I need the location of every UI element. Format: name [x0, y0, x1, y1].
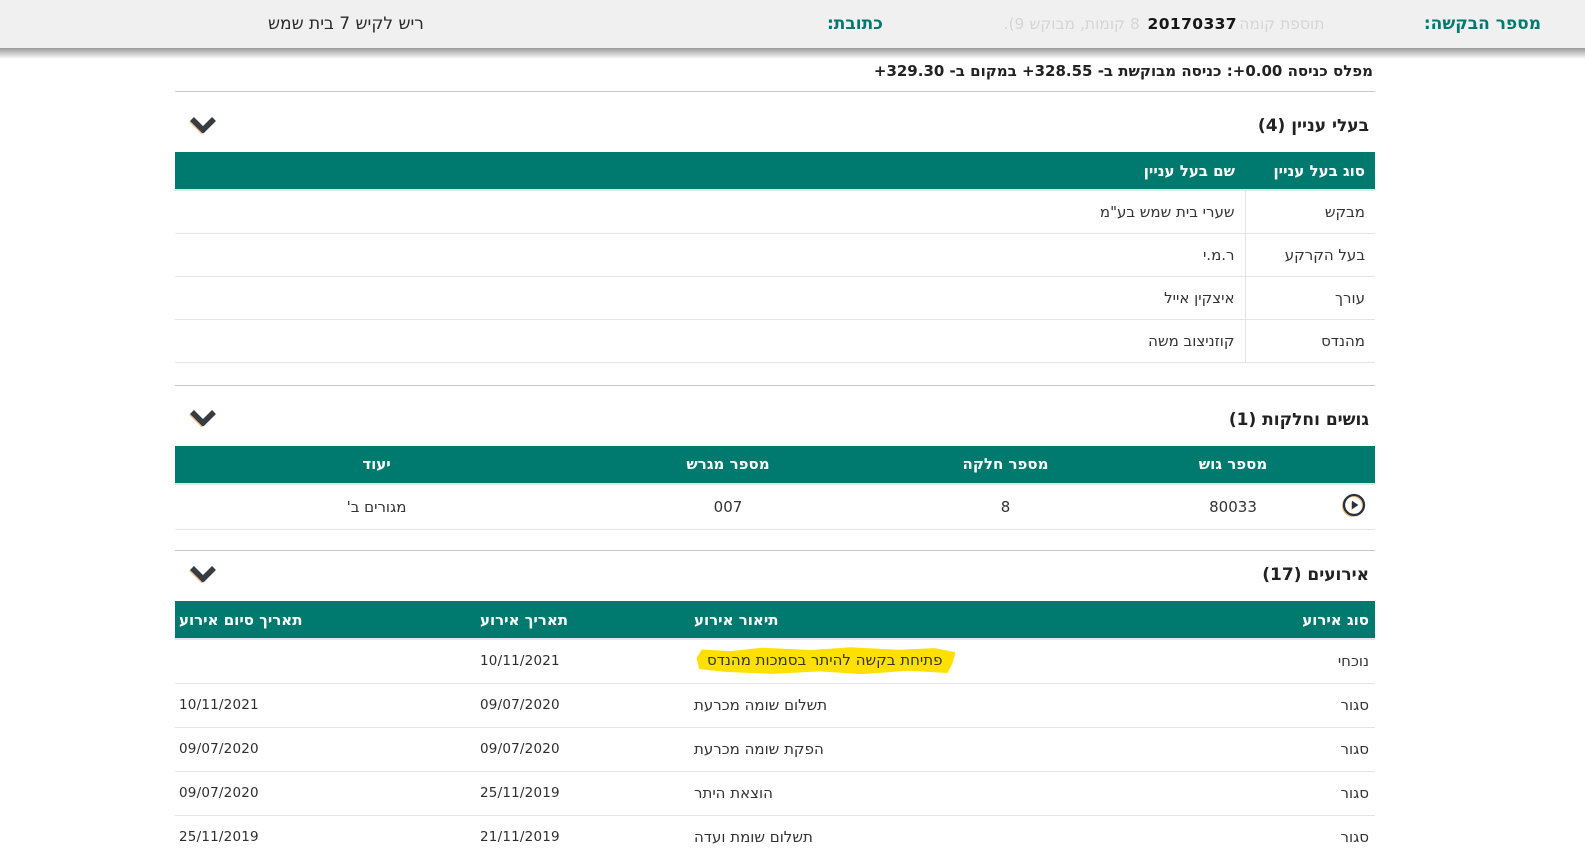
stakeholder-name: קוזניצוב משה — [175, 319, 1245, 363]
event-type: סגור — [1225, 683, 1375, 728]
lot-number: 007 — [578, 483, 878, 530]
event-date: 25/11/2019 — [455, 771, 680, 816]
chevron-down-icon — [190, 565, 216, 585]
event-type-header: סוג אירוע — [1225, 601, 1375, 640]
parcel-number: 8 — [878, 483, 1133, 530]
table-row: בעל הקרקע ר.מ.י — [175, 233, 1375, 277]
play-circle-icon — [1342, 493, 1366, 520]
blocks-table: מספר גוש מספר חלקה מספר מגרש יעוד 80033 … — [175, 445, 1375, 530]
table-row: מהנדס קוזניצוב משה — [175, 319, 1375, 363]
event-desc: תשלום שומה מכרעת — [680, 683, 1225, 728]
event-type: סגור — [1225, 815, 1375, 858]
section-blocks-parcels: גושים וחלקות (1) מספר גוש מספר חלקה מספר… — [175, 386, 1375, 530]
event-date: 09/07/2020 — [455, 683, 680, 728]
table-row: 80033 8 007 מגורים ב' — [175, 483, 1375, 530]
stakeholder-type: עורך — [1244, 276, 1375, 320]
table-row: סגור תשלום שומה מכרעת 09/07/2020 10/11/2… — [175, 683, 1375, 728]
section-events: אירועים (17) סוג אירוע תיאור אירוע תאריך… — [175, 551, 1375, 858]
events-table: סוג אירוע תיאור אירוע תאריך אירוע תאריך … — [175, 601, 1375, 858]
stakeholder-name: ר.מ.י — [175, 233, 1245, 277]
event-date-header: תאריך אירוע — [455, 601, 680, 640]
stakeholder-type: מבקש — [1244, 190, 1375, 234]
table-row: עורך איצקין אייל — [175, 276, 1375, 320]
event-date: 09/07/2020 — [455, 727, 680, 772]
stakeholders-collapse-button[interactable] — [187, 114, 219, 138]
row-expand-button[interactable] — [1341, 493, 1367, 519]
stakeholders-table: סוג בעל עניין שם בעל עניין מבקש שערי בית… — [175, 152, 1375, 363]
table-header-row: סוג אירוע תיאור אירוע תאריך אירוע תאריך … — [175, 601, 1375, 640]
stakeholder-name-header: שם בעל עניין — [175, 152, 1245, 191]
event-desc: תשלום שומת ועדה — [680, 815, 1225, 858]
event-end-date — [175, 639, 455, 684]
zoning: מגורים ב' — [175, 483, 578, 530]
event-end-date: 25/11/2019 — [175, 815, 455, 858]
row-expand-header — [1333, 445, 1375, 485]
top-header-bar: מספר הבקשה: תוספת קומה (מותר בתב"ע 8 קומ… — [0, 0, 1585, 59]
table-row: סגור תשלום שומת ועדה 21/11/2019 25/11/20… — [175, 815, 1375, 858]
stakeholders-section-title: בעלי עניין (4) — [1257, 116, 1369, 136]
block-number: 80033 — [1133, 483, 1333, 530]
permit-application-page: { "topbar": { "request_label": "מספר הבק… — [0, 0, 1585, 858]
events-collapse-button[interactable] — [187, 563, 219, 587]
request-number-value: 20170337 — [1144, 15, 1240, 33]
stakeholder-name: שערי בית שמש בע"מ — [175, 190, 1245, 234]
table-header-row: מספר גוש מספר חלקה מספר מגרש יעוד — [175, 445, 1375, 485]
stakeholder-type-header: סוג בעל עניין — [1245, 152, 1375, 191]
event-type: נוכחי — [1225, 639, 1375, 684]
table-row: סגור הפקת שומה מכרעת 09/07/2020 09/07/20… — [175, 727, 1375, 772]
event-desc: הוצאת היתר — [680, 771, 1225, 816]
blocks-section-title: גושים וחלקות (1) — [1228, 409, 1369, 430]
zoning-header: יעוד — [175, 445, 578, 485]
event-date: 10/11/2021 — [455, 639, 680, 684]
stakeholder-type: מהנדס — [1244, 319, 1375, 363]
block-number-header: מספר גוש — [1133, 445, 1333, 485]
table-row: נוכחי פתיחת בקשה להיתר בסמכות מהנדס 10/1… — [175, 639, 1375, 684]
table-row: סגור הוצאת היתר 25/11/2019 09/07/2020 — [175, 771, 1375, 816]
event-date: 21/11/2019 — [455, 815, 680, 858]
address-value: ריש לקיש 7 בית שמש — [268, 14, 424, 34]
event-type: סגור — [1225, 771, 1375, 816]
lot-number-header: מספר מגרש — [578, 445, 878, 485]
table-header-row: סוג בעל עניין שם בעל עניין — [175, 152, 1375, 191]
chevron-down-icon — [190, 116, 216, 136]
entry-level-note: מפלס כניסה 0.00+: כניסה מבוקשת ב- 328.55… — [873, 62, 1373, 80]
event-end-date: 09/07/2020 — [175, 727, 455, 772]
event-desc: הפקת שומה מכרעת — [680, 727, 1225, 772]
event-end-date-header: תאריך סיום אירוע — [175, 601, 455, 640]
stakeholder-name: איצקין אייל — [175, 276, 1245, 320]
chevron-down-icon — [190, 410, 216, 429]
table-row: מבקש שערי בית שמש בע"מ — [175, 190, 1375, 234]
event-desc: פתיחת בקשה להיתר בסמכות מהנדס — [680, 639, 1225, 684]
event-desc-header: תיאור אירוע — [680, 601, 1225, 640]
request-number-label: מספר הבקשה: — [1423, 14, 1541, 34]
event-end-date: 09/07/2020 — [175, 771, 455, 816]
section-stakeholders: בעלי עניין (4) סוג בעל עניין שם בעל עניי… — [175, 92, 1375, 363]
blocks-collapse-button[interactable] — [187, 408, 219, 432]
main-content: מפלס כניסה 0.00+: כניסה מבוקשת ב- 328.55… — [175, 48, 1375, 858]
event-end-date: 10/11/2021 — [175, 683, 455, 728]
parcel-number-header: מספר חלקה — [878, 445, 1133, 485]
events-section-title: אירועים (17) — [1262, 565, 1369, 585]
highlighted-text: פתיחת בקשה להיתר בסמכות מהנדס — [696, 647, 956, 675]
event-type: סגור — [1225, 727, 1375, 772]
address-label: כתובת: — [827, 14, 883, 34]
stakeholder-type: בעל הקרקע — [1244, 233, 1375, 277]
